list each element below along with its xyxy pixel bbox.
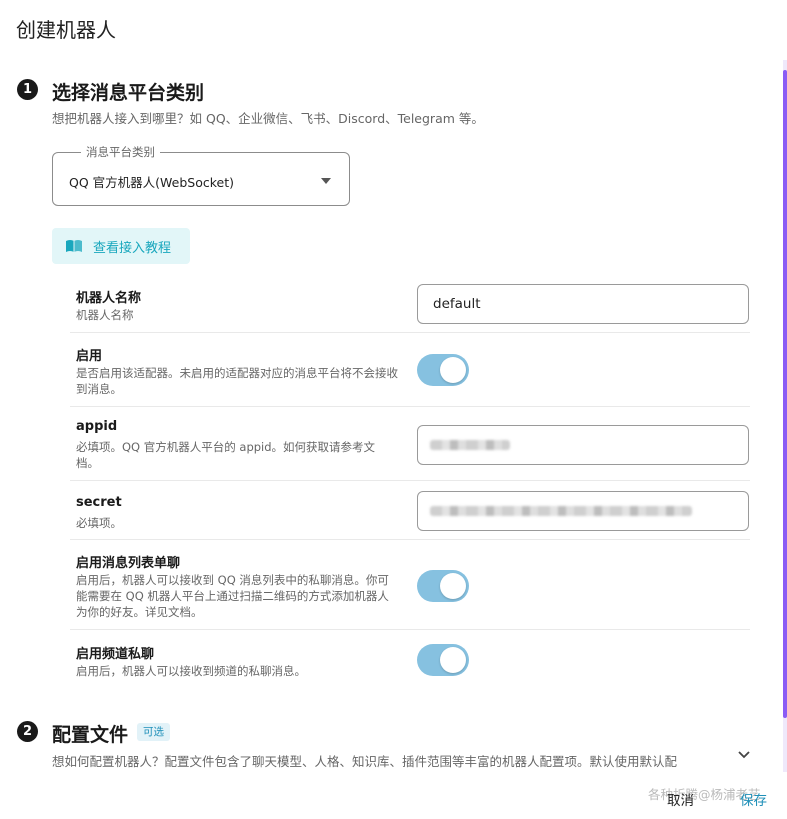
field-help: 是否启用该适配器。未启用的适配器对应的消息平台将不会接收到消息。 — [76, 366, 398, 396]
redacted-value — [430, 506, 692, 516]
redacted-value — [430, 440, 510, 450]
field-row-appid: appid 必填项。QQ 官方机器人平台的 appid。如何获取请参考文档。 — [70, 407, 750, 481]
appid-input[interactable] — [417, 425, 749, 465]
scrollbar-thumb[interactable] — [783, 70, 787, 718]
platform-select-legend: 消息平台类别 — [81, 144, 160, 160]
book-icon — [66, 240, 82, 252]
field-help: 机器人名称 — [76, 308, 134, 322]
field-help: 启用后，机器人可以接收到 QQ 消息列表中的私聊消息。你可能需要在 QQ 机器人… — [76, 573, 389, 619]
private-chat-list-toggle[interactable] — [417, 570, 469, 602]
chevron-down-icon[interactable] — [737, 750, 751, 760]
step-2-number: 2 — [17, 721, 38, 742]
step-2-title: 配置文件 — [52, 724, 129, 746]
field-row-private-chat-list: 启用消息列表单聊 启用后，机器人可以接收到 QQ 消息列表中的私聊消息。你可能需… — [70, 540, 750, 630]
field-help: 必填项。QQ 官方机器人平台的 appid。如何获取请参考文档。 — [76, 440, 376, 470]
field-label: appid — [76, 419, 118, 434]
toggle-knob — [440, 357, 466, 383]
field-label: secret — [76, 495, 122, 510]
field-help: 启用后，机器人可以接收到频道的私聊消息。 — [76, 664, 306, 678]
optional-badge: 可选 — [137, 723, 170, 741]
field-row-channel-private-chat: 启用频道私聊 启用后，机器人可以接收到频道的私聊消息。 — [70, 630, 750, 692]
bot-name-input[interactable] — [417, 284, 749, 324]
enable-toggle[interactable] — [417, 354, 469, 386]
save-button[interactable]: 保存 — [740, 789, 767, 809]
platform-select[interactable]: 消息平台类别 QQ 官方机器人(WebSocket) — [52, 144, 350, 206]
toggle-knob — [440, 573, 466, 599]
dropdown-arrow-icon — [321, 178, 331, 184]
field-row-enable: 启用 是否启用该适配器。未启用的适配器对应的消息平台将不会接收到消息。 — [70, 333, 750, 407]
cancel-button[interactable]: 取消 — [667, 789, 694, 809]
field-help: 必填项。 — [76, 516, 122, 530]
secret-input[interactable] — [417, 491, 749, 531]
step-1-title: 选择消息平台类别 — [52, 82, 205, 104]
view-tutorial-button[interactable]: 查看接入教程 — [52, 228, 190, 264]
field-row-secret: secret 必填项。 — [70, 481, 750, 540]
field-label: 启用消息列表单聊 — [76, 556, 181, 571]
field-label: 启用 — [76, 349, 103, 364]
step-2-description: 想如何配置机器人？配置文件包含了聊天模型、人格、知识库、插件范围等丰富的机器人配… — [52, 754, 678, 769]
field-row-bot-name: 机器人名称 机器人名称 — [70, 278, 750, 333]
channel-private-chat-toggle[interactable] — [417, 644, 469, 676]
view-tutorial-label: 查看接入教程 — [93, 240, 172, 256]
platform-select-value: QQ 官方机器人(WebSocket) — [69, 175, 234, 190]
toggle-knob — [440, 647, 466, 673]
step-1-number: 1 — [17, 79, 38, 100]
field-label: 机器人名称 — [76, 291, 142, 306]
field-label: 启用频道私聊 — [76, 647, 155, 662]
step-1-description: 想把机器人接入到哪里？如 QQ、企业微信、飞书、Discord、Telegram… — [52, 111, 484, 126]
dialog-title: 创建机器人 — [16, 18, 116, 42]
